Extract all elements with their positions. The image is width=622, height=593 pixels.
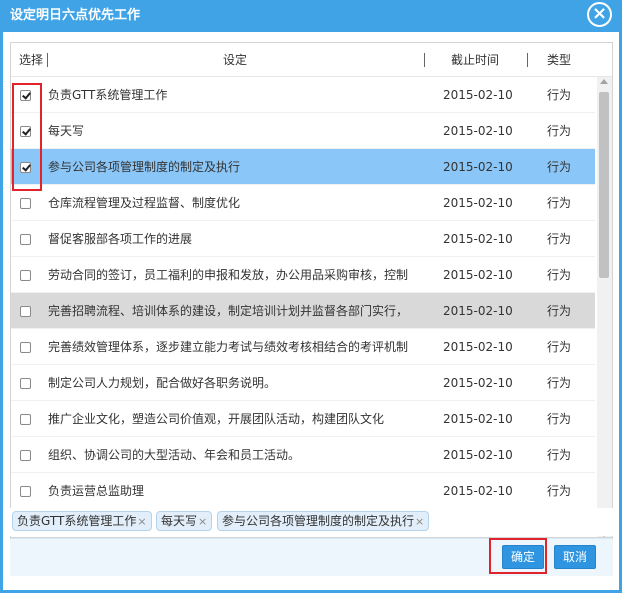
deadline-date: 2015-02-10 <box>443 376 513 390</box>
table-row[interactable]: 每天写 2015-02-10 行为 <box>11 113 595 149</box>
deadline-date: 2015-02-10 <box>443 124 513 138</box>
column-divider[interactable] <box>424 53 425 67</box>
dialog-title: 设定明日六点优先工作 <box>10 8 141 23</box>
task-type: 行为 <box>547 160 572 174</box>
task-name: 负责运营总监助理 <box>48 484 145 498</box>
table-row[interactable]: 督促客服部各项工作的进展 2015-02-10 行为 <box>11 221 595 257</box>
task-type: 行为 <box>547 124 572 138</box>
tag-label: 参与公司各项管理制度的制定及执行 <box>222 514 415 528</box>
table-row[interactable]: 完善绩效管理体系，逐步建立能力考试与绩效考核相结合的考评机制 2015-02-10… <box>11 329 595 365</box>
task-name: 完善招聘流程、培训体系的建设，制定培训计划并监督各部门实行， <box>48 304 409 318</box>
task-name: 参与公司各项管理制度的制定及执行 <box>48 160 241 174</box>
row-checkbox[interactable] <box>20 198 31 209</box>
table-row[interactable]: 负责GTT系统管理工作 2015-02-10 行为 <box>11 77 595 113</box>
table-row[interactable]: 劳动合同的签订，员工福利的申报和发放，办公用品采购审核，控制 2015-02-10… <box>11 257 595 293</box>
column-header-select[interactable]: 选择 <box>19 43 43 77</box>
task-name: 推广企业文化，塑造公司价值观，开展团队活动，构建团队文化 <box>48 412 385 426</box>
scrollbar-thumb[interactable] <box>599 92 609 278</box>
deadline-date: 2015-02-10 <box>443 448 513 462</box>
dialog-body: 选择 设定 截止时间 类型 负责GTT系统管理工作 2015-02-10 行为 每天写… <box>3 32 619 590</box>
column-header-deadline[interactable]: 截止时间 <box>451 43 499 77</box>
task-type: 行为 <box>547 340 572 354</box>
task-type: 行为 <box>547 376 572 390</box>
dialog-titlebar: 设定明日六点优先工作 × <box>0 0 622 32</box>
task-type: 行为 <box>547 304 572 318</box>
close-icon[interactable]: × <box>587 2 612 27</box>
task-type: 行为 <box>547 484 572 498</box>
deadline-date: 2015-02-10 <box>443 196 513 210</box>
table-row[interactable]: 制定公司人力规划，配合做好各职务说明。 2015-02-10 行为 <box>11 365 595 401</box>
selected-tag: 每天写× <box>156 511 213 531</box>
row-checkbox[interactable] <box>20 486 31 497</box>
task-name: 负责GTT系统管理工作 <box>48 88 168 102</box>
row-checkbox[interactable] <box>20 270 31 281</box>
task-name: 每天写 <box>48 124 85 138</box>
row-checkbox[interactable] <box>20 414 31 425</box>
deadline-date: 2015-02-10 <box>443 160 513 174</box>
row-checkbox[interactable] <box>20 342 31 353</box>
row-checkbox[interactable] <box>20 306 31 317</box>
row-checkbox[interactable] <box>20 378 31 389</box>
task-type: 行为 <box>547 196 572 210</box>
deadline-date: 2015-02-10 <box>443 412 513 426</box>
task-grid: 选择 设定 截止时间 类型 负责GTT系统管理工作 2015-02-10 行为 每天写… <box>10 42 613 538</box>
task-name: 督促客服部各项工作的进展 <box>48 232 193 246</box>
tag-label: 负责GTT系统管理工作 <box>17 514 137 528</box>
grid-header: 选择 设定 截止时间 类型 <box>11 43 612 77</box>
column-divider[interactable] <box>527 53 528 67</box>
grid-rows: 负责GTT系统管理工作 2015-02-10 行为 每天写 2015-02-10 行为 参与… <box>11 77 595 537</box>
task-name: 制定公司人力规划，配合做好各职务说明。 <box>48 376 277 390</box>
deadline-date: 2015-02-10 <box>443 484 513 498</box>
table-row[interactable]: 推广企业文化，塑造公司价值观，开展团队活动，构建团队文化 2015-02-10 行为 <box>11 401 595 437</box>
tag-remove-icon[interactable]: × <box>137 515 146 528</box>
tag-label: 每天写 <box>161 514 198 528</box>
task-name: 劳动合同的签订，员工福利的申报和发放，办公用品采购审核，控制 <box>48 268 409 282</box>
deadline-date: 2015-02-10 <box>443 304 513 318</box>
deadline-date: 2015-02-10 <box>443 340 513 354</box>
tag-remove-icon[interactable]: × <box>198 515 207 528</box>
table-row[interactable]: 仓库流程管理及过程监督、制度优化 2015-02-10 行为 <box>11 185 595 221</box>
task-name: 完善绩效管理体系，逐步建立能力考试与绩效考核相结合的考评机制 <box>48 340 409 354</box>
task-type: 行为 <box>547 88 572 102</box>
table-row[interactable]: 完善招聘流程、培训体系的建设，制定培训计划并监督各部门实行， 2015-02-10… <box>11 293 595 329</box>
task-type: 行为 <box>547 448 572 462</box>
selected-tag: 参与公司各项管理制度的制定及执行× <box>217 511 430 531</box>
table-row[interactable]: 参与公司各项管理制度的制定及执行 2015-02-10 行为 <box>11 149 595 185</box>
dialog: 设定明日六点优先工作 × 选择 设定 截止时间 类型 负责GTT系统管理工作 20… <box>0 0 622 593</box>
scroll-up-arrow-icon[interactable] <box>600 79 608 84</box>
task-type: 行为 <box>547 268 572 282</box>
row-checkbox[interactable] <box>20 234 31 245</box>
deadline-date: 2015-02-10 <box>443 268 513 282</box>
table-row[interactable]: 组织、协调公司的大型活动、年会和员工活动。 2015-02-10 行为 <box>11 437 595 473</box>
tag-remove-icon[interactable]: × <box>415 515 424 528</box>
column-header-type[interactable]: 类型 <box>547 43 571 77</box>
task-name: 仓库流程管理及过程监督、制度优化 <box>48 196 241 210</box>
task-name: 组织、协调公司的大型活动、年会和员工活动。 <box>48 448 301 462</box>
confirm-highlight-box <box>489 538 547 574</box>
deadline-date: 2015-02-10 <box>443 232 513 246</box>
row-checkbox[interactable] <box>20 450 31 461</box>
table-row[interactable]: 负责运营总监助理 2015-02-10 行为 <box>11 473 595 509</box>
column-header-setting[interactable]: 设定 <box>223 43 247 77</box>
task-type: 行为 <box>547 412 572 426</box>
cancel-button[interactable]: 取消 <box>554 545 596 569</box>
column-divider[interactable] <box>47 53 48 67</box>
selected-tag: 负责GTT系统管理工作× <box>12 511 152 531</box>
checkbox-highlight-box <box>12 83 42 191</box>
task-type: 行为 <box>547 232 572 246</box>
deadline-date: 2015-02-10 <box>443 88 513 102</box>
vertical-scrollbar[interactable] <box>597 77 612 537</box>
selected-tags-bar: 负责GTT系统管理工作× 每天写× 参与公司各项管理制度的制定及执行× <box>10 508 613 536</box>
